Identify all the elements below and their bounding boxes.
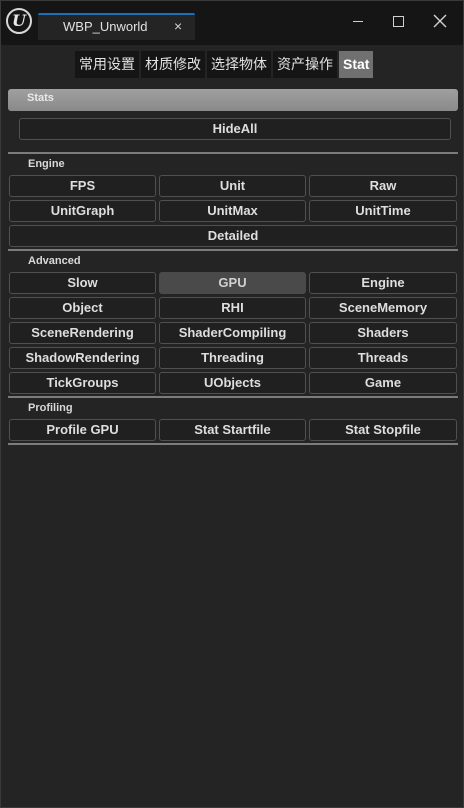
stats-header-label: Stats [27, 92, 54, 104]
stat-startfile-button[interactable]: Stat Startfile [159, 419, 306, 441]
tab-asset-operations[interactable]: 资产操作 [273, 51, 337, 78]
detailed-button[interactable]: Detailed [9, 225, 457, 247]
divider [8, 249, 458, 251]
shadowrendering-button[interactable]: ShadowRendering [9, 347, 156, 369]
close-window-button[interactable] [429, 10, 451, 32]
divider [8, 443, 458, 445]
scenememory-button[interactable]: SceneMemory [309, 297, 457, 319]
unittime-button[interactable]: UnitTime [309, 200, 457, 222]
threading-button[interactable]: Threading [159, 347, 306, 369]
unitgraph-button[interactable]: UnitGraph [9, 200, 156, 222]
unreal-logo-icon: U [6, 8, 32, 34]
minimize-button[interactable] [347, 10, 369, 32]
object-button[interactable]: Object [9, 297, 156, 319]
slow-button[interactable]: Slow [9, 272, 156, 294]
app-window: U WBP_Unworld × 常用设置 材质修改 选择物体 资产操作 Stat… [0, 0, 464, 808]
tab-title: WBP_Unworld [63, 19, 148, 34]
rhi-button[interactable]: RHI [159, 297, 306, 319]
tab-material-edit[interactable]: 材质修改 [141, 51, 205, 78]
document-tab[interactable]: WBP_Unworld × [38, 13, 195, 40]
maximize-button[interactable] [387, 10, 409, 32]
unit-button[interactable]: Unit [159, 175, 306, 197]
engine-section-title: Engine [28, 158, 65, 170]
divider [8, 396, 458, 398]
stat-stopfile-button[interactable]: Stat Stopfile [309, 419, 457, 441]
profile-gpu-button[interactable]: Profile GPU [9, 419, 156, 441]
unitmax-button[interactable]: UnitMax [159, 200, 306, 222]
tab-common-settings[interactable]: 常用设置 [75, 51, 139, 78]
shadercompiling-button[interactable]: ShaderCompiling [159, 322, 306, 344]
shaders-button[interactable]: Shaders [309, 322, 457, 344]
mode-tabs: 常用设置 材质修改 选择物体 资产操作 Stat [75, 51, 374, 78]
title-bar: U WBP_Unworld × [1, 1, 463, 45]
uobjects-button[interactable]: UObjects [159, 372, 306, 394]
stats-section-header[interactable]: Stats [8, 89, 458, 111]
fps-button[interactable]: FPS [9, 175, 156, 197]
close-icon [433, 14, 447, 28]
game-button[interactable]: Game [309, 372, 457, 394]
profiling-section-title: Profiling [28, 402, 73, 414]
advanced-section-title: Advanced [28, 255, 81, 267]
scenerendering-button[interactable]: SceneRendering [9, 322, 156, 344]
tab-stat[interactable]: Stat [339, 51, 374, 78]
close-tab-icon[interactable]: × [174, 18, 182, 34]
tab-select-objects[interactable]: 选择物体 [207, 51, 271, 78]
engine-button[interactable]: Engine [309, 272, 457, 294]
threads-button[interactable]: Threads [309, 347, 457, 369]
tickgroups-button[interactable]: TickGroups [9, 372, 156, 394]
divider [8, 152, 458, 154]
gpu-button[interactable]: GPU [159, 272, 306, 294]
hideall-button[interactable]: HideAll [19, 118, 451, 140]
raw-button[interactable]: Raw [309, 175, 457, 197]
